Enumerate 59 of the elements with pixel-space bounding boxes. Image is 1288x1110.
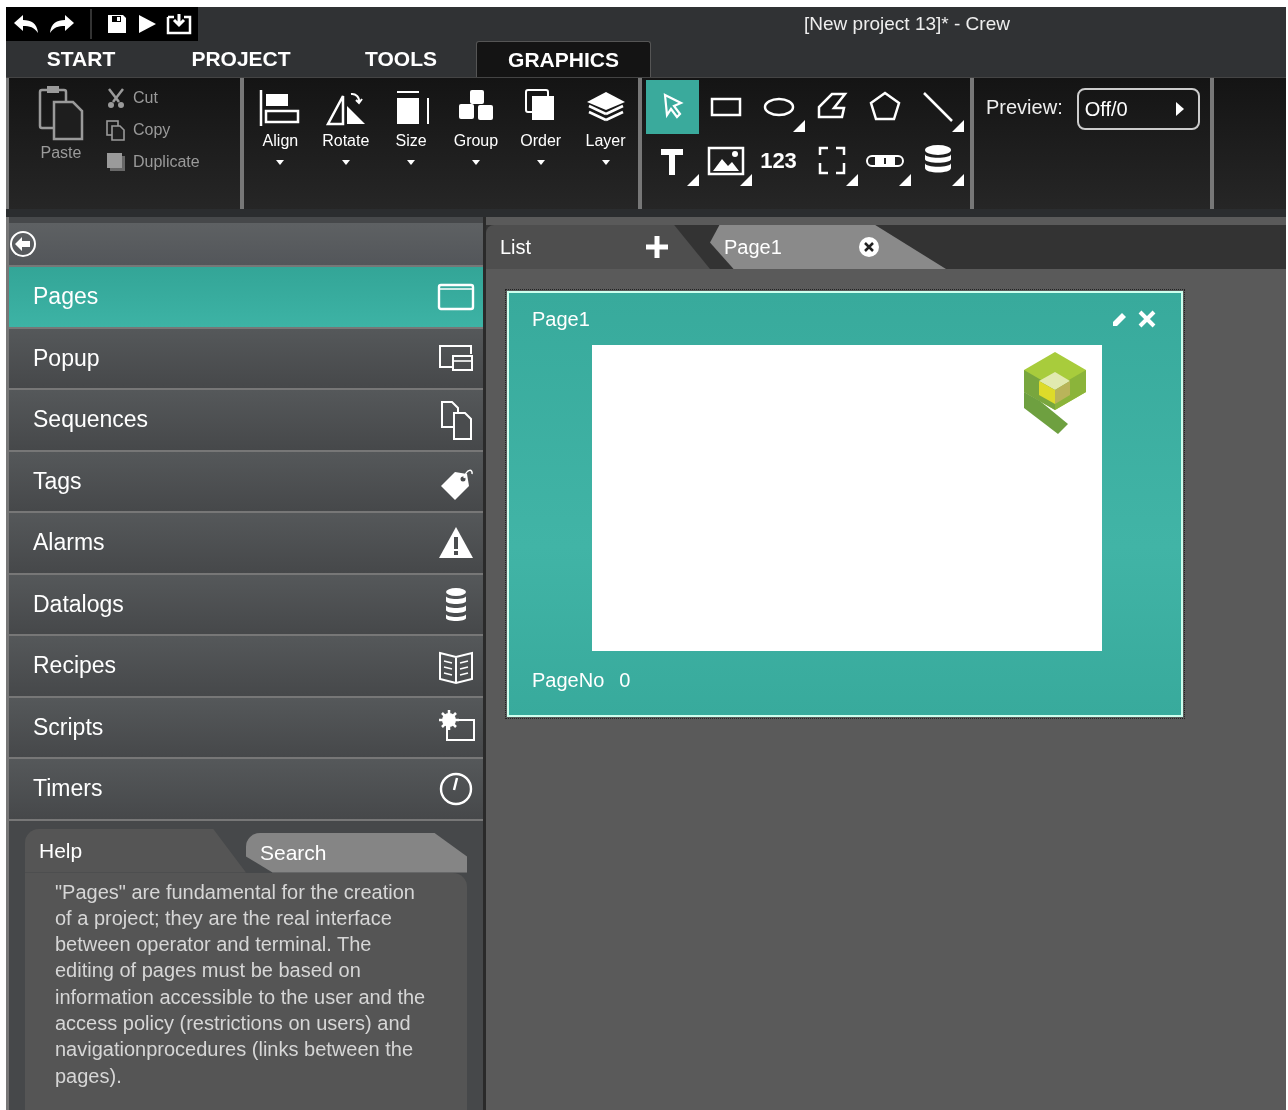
- corner-triangle-icon: [952, 120, 964, 132]
- page-number-value: 0: [619, 669, 631, 692]
- caret-icon: [601, 160, 610, 165]
- window-title: [New project 13]* - Crew: [803, 13, 1011, 35]
- ribbon-tab[interactable]: TOOLS: [326, 41, 476, 77]
- page-title: Page1: [532, 307, 590, 331]
- pencil-icon[interactable]: [1111, 310, 1129, 328]
- caret-icon: [536, 160, 545, 165]
- clipboard-icon: [37, 84, 85, 142]
- rotate-button[interactable]: Rotate: [322, 88, 370, 165]
- editor-tab[interactable]: List: [486, 225, 710, 269]
- numeric-tool[interactable]: 123: [752, 134, 805, 188]
- back-icon[interactable]: [9, 230, 37, 258]
- ribbon-tab[interactable]: PROJECT: [156, 41, 326, 77]
- save-icon[interactable]: [106, 13, 128, 35]
- preview-dropdown[interactable]: Off/0: [1076, 88, 1200, 130]
- cube-logo-icon: [1022, 352, 1088, 434]
- sidebar-item[interactable]: Scripts: [9, 697, 483, 759]
- sidebar-item[interactable]: Sequences: [9, 390, 483, 452]
- download-icon[interactable]: [166, 13, 192, 35]
- scissors-icon: [105, 87, 127, 109]
- caret-icon: [341, 160, 350, 165]
- caret-icon: [407, 160, 416, 165]
- help-text: "Pages" are fundamental for the creation of a project; they are the real interface between operator and terminal. The editing of pages must be based on information accessible to the user and the access policy (restrictions on users) and navigationprocedures (links between the pages).: [55, 879, 427, 1089]
- copy-icon: [105, 119, 127, 141]
- duplicate-icon: [105, 151, 127, 173]
- sidebar-item[interactable]: Datalogs: [9, 574, 483, 636]
- caret-icon: [276, 160, 285, 165]
- corner-triangle-icon: [952, 174, 964, 186]
- help-tab[interactable]: Help: [25, 828, 246, 873]
- sidebar-item[interactable]: Tags: [9, 451, 483, 513]
- redo-icon[interactable]: [48, 13, 76, 35]
- corner-triangle-icon: [899, 174, 911, 186]
- corner-triangle-icon: [687, 174, 699, 186]
- layer-button[interactable]: Layer: [582, 88, 629, 165]
- caret-icon: [471, 160, 480, 165]
- align-button[interactable]: Align: [257, 88, 304, 165]
- corner-triangle-icon: [740, 174, 752, 186]
- corner-triangle-icon: [846, 174, 858, 186]
- tab-label: List: [500, 235, 532, 259]
- add-icon[interactable]: [644, 234, 670, 260]
- sidebar-item[interactable]: Popup: [9, 328, 483, 390]
- undo-icon[interactable]: [12, 13, 40, 35]
- page-number-label: PageNo: [532, 669, 605, 692]
- help-tab[interactable]: Search: [246, 832, 467, 873]
- size-button[interactable]: Size: [388, 88, 435, 165]
- caret-icon: [1176, 102, 1184, 116]
- corner-triangle-icon: [793, 120, 805, 132]
- sidebar-item[interactable]: Timers: [9, 759, 483, 821]
- group-button[interactable]: Group: [452, 88, 499, 165]
- play-icon[interactable]: [136, 13, 158, 35]
- preview-label: Preview:: [986, 96, 1063, 119]
- sidebar-item[interactable]: Alarms: [9, 513, 483, 575]
- tab-label: Page1: [724, 235, 782, 259]
- sidebar-item[interactable]: Recipes: [9, 636, 483, 698]
- close-icon[interactable]: [858, 236, 880, 258]
- ribbon-tab[interactable]: START: [6, 41, 156, 77]
- ribbon-tab[interactable]: GRAPHICS: [476, 41, 651, 77]
- order-button[interactable]: Order: [517, 88, 564, 165]
